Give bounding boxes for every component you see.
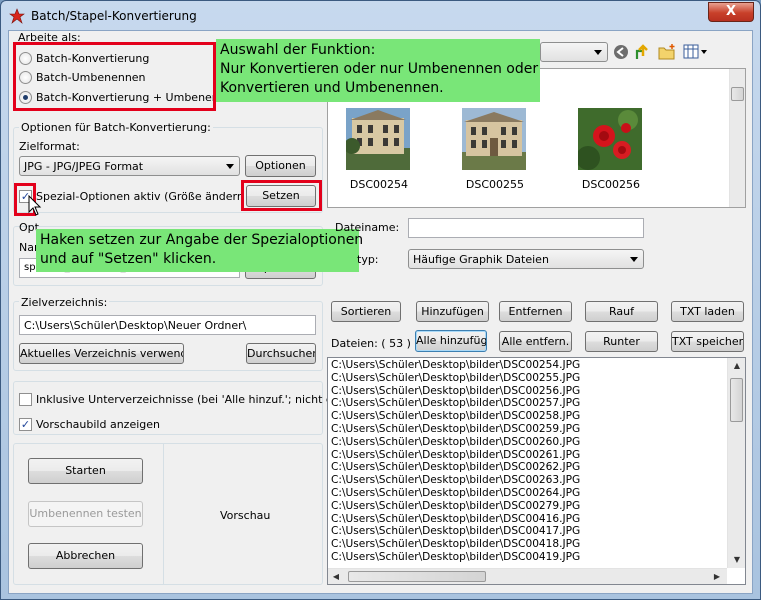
file-list-item[interactable]: C:\Users\Schüler\Desktop\bilder\DSC00264… [328,487,728,500]
remove-button[interactable]: Entfernen [499,301,572,322]
file-list-hscroll-thumb[interactable] [348,571,486,582]
filetype-value: Häufige Graphik Dateien [413,253,549,266]
sort-button[interactable]: Sortieren [331,301,401,322]
target-format-label: Zielformat: [19,140,80,153]
up-folder-icon[interactable] [634,43,652,61]
format-options-button[interactable]: Optionen [245,155,316,177]
function-note: Auswahl der Funktion: Nur Konvertieren o… [216,39,540,102]
chevron-down-icon [630,257,638,262]
file-list-hscrollbar[interactable]: ◀ ▶ [328,568,727,584]
file-list-item[interactable]: C:\Users\Schüler\Desktop\bilder\DSC00279… [328,500,728,513]
special-options-label[interactable]: Spezial-Optionen aktiv (Größe ändern etc… [36,190,272,203]
file-list-item[interactable]: C:\Users\Schüler\Desktop\bilder\DSC00416… [328,513,728,526]
thumbnail-caption-1: DSC00254 [349,178,409,191]
app-icon [9,8,25,24]
back-arrow-icon[interactable] [613,44,629,60]
file-list-item[interactable]: C:\Users\Schüler\Desktop\bilder\DSC00262… [328,461,728,474]
include-subdirs-label[interactable]: Inklusive Unterverzeichnisse (bei 'Alle … [36,393,360,406]
file-list-item[interactable]: C:\Users\Schüler\Desktop\bilder\DSC00419… [328,551,728,564]
filetype-select[interactable]: Häufige Graphik Dateien [408,249,644,269]
folder-path-select[interactable] [540,42,608,62]
conversion-options-label: Optionen für Batch-Konvertierung: [19,121,213,134]
show-preview-checkbox[interactable]: ✓ [19,418,32,431]
thumbnail-scroll-thumb[interactable] [731,87,744,101]
filetype-label: typ: [357,253,379,266]
output-directory-label: Zielverzeichnis: [19,296,110,309]
function-note-line-2: Nur Konvertieren oder nur Umbenennen ode… [220,61,539,77]
file-list-item[interactable]: C:\Users\Schüler\Desktop\bilder\DSC00256… [328,385,728,398]
set-button-highlight-box [241,180,322,211]
file-list-item[interactable]: C:\Users\Schüler\Desktop\bilder\DSC00255… [328,372,728,385]
file-list-item[interactable]: C:\Users\Schüler\Desktop\bilder\DSC00257… [328,397,728,410]
use-current-directory-button[interactable]: Aktuelles Verzeichnis verwenden [19,343,184,364]
output-directory-input[interactable]: C:\Users\Schüler\Desktop\Neuer Ordner\ [19,315,316,335]
filename-input[interactable] [408,218,644,238]
file-list-vscroll-thumb[interactable] [730,378,743,422]
add-button[interactable]: Hinzufügen [416,301,489,322]
close-button[interactable]: X [708,2,754,22]
thumbnail-caption-2: DSC00255 [465,178,525,191]
file-list-item[interactable]: C:\Users\Schüler\Desktop\bilder\DSC00258… [328,410,728,423]
remove-all-button[interactable]: Alle entfern. [499,331,572,352]
mouse-cursor-icon [28,195,42,216]
special-note-line-2: und auf "Setzen" klicken. [40,251,217,267]
title-bar[interactable]: Batch/Stapel-Konvertierung X [1,1,760,31]
filename-label: Dateiname: [335,221,400,234]
target-format-select[interactable]: JPG - JPG/JPEG Format [19,156,240,176]
thumbnail-caption-3: DSC00256 [581,178,641,191]
thumbnail-scrollbar[interactable] [729,69,745,207]
file-list-item[interactable]: C:\Users\Schüler\Desktop\bilder\DSC00254… [328,359,728,372]
scroll-up-icon[interactable]: ▲ [729,358,745,374]
file-list-item[interactable]: C:\Users\Schüler\Desktop\bilder\DSC00418… [328,538,728,551]
file-list-item[interactable]: C:\Users\Schüler\Desktop\bilder\DSC00263… [328,474,728,487]
file-list-item[interactable]: C:\Users\Schüler\Desktop\bilder\DSC00259… [328,423,728,436]
actions-divider [163,443,164,585]
cancel-button[interactable]: Abbrechen [28,543,143,569]
load-txt-button[interactable]: TXT laden [671,301,744,322]
move-down-button[interactable]: Runter [585,331,658,352]
scroll-left-icon[interactable]: ◀ [328,569,344,585]
browse-button[interactable]: Durchsuchen [246,343,316,364]
add-all-button[interactable]: Alle hinzufüg. [415,330,487,352]
view-menu-icon[interactable] [683,43,709,61]
function-note-line-3: Konvertieren und Umbenennen. [220,80,444,96]
scroll-down-icon[interactable]: ▼ [729,552,745,568]
start-button[interactable]: Starten [28,458,143,484]
file-list-item[interactable]: C:\Users\Schüler\Desktop\bilder\DSC00261… [328,449,728,462]
window-title: Batch/Stapel-Konvertierung [31,9,197,23]
include-subdirs-checkbox[interactable] [19,393,32,406]
chevron-down-icon [594,50,602,55]
thumbnail-image-3[interactable] [578,108,642,170]
preview-label: Vorschau [220,509,271,522]
file-list-item[interactable]: C:\Users\Schüler\Desktop\bilder\DSC00260… [328,436,728,449]
file-list-rows: C:\Users\Schüler\Desktop\bilder\DSC00254… [328,359,728,564]
function-highlight-box [13,42,216,111]
file-list-item[interactable]: C:\Users\Schüler\Desktop\bilder\DSC00417… [328,525,728,538]
file-list-vscrollbar[interactable]: ▲ ▼ [727,358,745,568]
chevron-down-icon [226,164,234,169]
file-list[interactable]: C:\Users\Schüler\Desktop\bilder\DSC00254… [327,357,746,585]
target-format-value: JPG - JPG/JPEG Format [24,160,144,173]
new-folder-icon[interactable] [657,43,677,61]
thumbnail-image-2[interactable] [462,108,526,170]
special-note-line-1: Haken setzen zur Angabe der Spezialoptio… [40,232,364,248]
show-preview-label[interactable]: Vorschaubild anzeigen [36,418,160,431]
thumbnail-image-1[interactable] [346,108,410,170]
scroll-right-icon[interactable]: ▶ [709,569,725,585]
file-count-label: Dateien: ( 53 ) [331,337,411,350]
special-options-note: Haken setzen zur Angabe der Spezialoptio… [36,229,364,272]
save-txt-button[interactable]: TXT speichern [671,331,744,352]
test-rename-button[interactable]: Umbenennen testen [28,501,143,527]
function-note-line-1: Auswahl der Funktion: [220,42,376,58]
move-up-button[interactable]: Rauf [585,301,658,322]
